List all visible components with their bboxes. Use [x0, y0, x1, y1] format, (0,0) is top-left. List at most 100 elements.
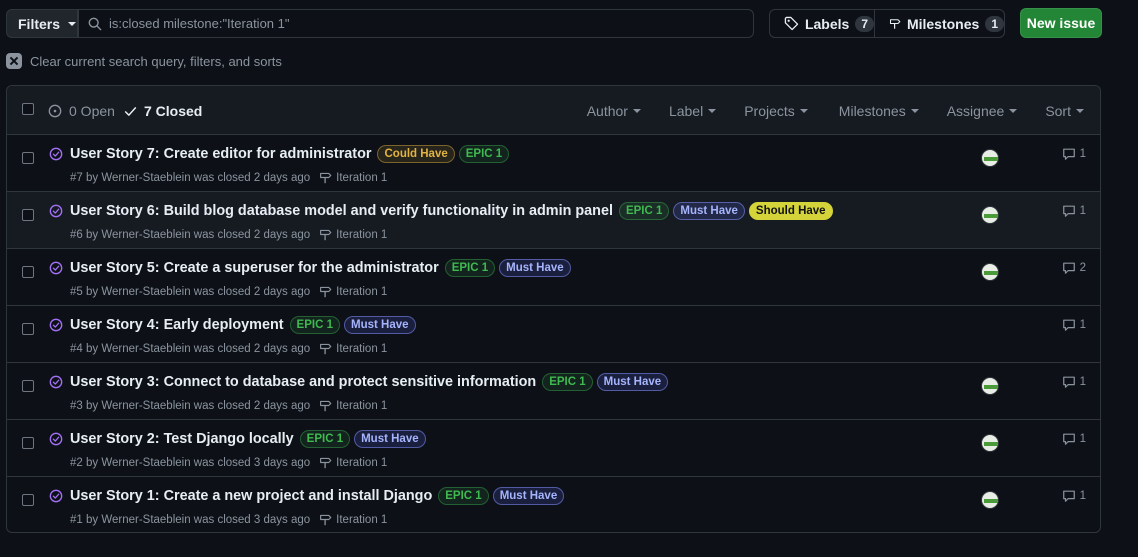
issue-label[interactable]: Must Have: [343, 316, 416, 334]
clear-filters-text: Clear current search query, filters, and…: [30, 53, 282, 69]
issue-checkbox[interactable]: [22, 209, 34, 221]
issue-label[interactable]: Should Have: [748, 202, 833, 220]
issue-checkbox[interactable]: [22, 380, 34, 392]
issue-title-link[interactable]: User Story 5: Create a superuser for the…: [70, 260, 439, 276]
issue-label[interactable]: EPIC 1: [299, 430, 351, 448]
issue-milestone-link[interactable]: Iteration 1: [319, 342, 387, 355]
issue-label[interactable]: Must Have: [354, 430, 426, 448]
issue-comments-link[interactable]: 1: [1062, 489, 1086, 503]
issue-row[interactable]: User Story 7: Create editor for administ…: [7, 135, 1100, 192]
issue-title-link[interactable]: User Story 3: Connect to database and pr…: [70, 374, 536, 390]
issue-label[interactable]: EPIC 1: [444, 259, 496, 277]
check-icon: [124, 106, 137, 116]
close-icon[interactable]: [6, 53, 22, 69]
issue-closed-icon: [49, 261, 63, 275]
chevron-down-icon: [632, 109, 641, 113]
issue-milestone-link[interactable]: Iteration 1: [319, 171, 387, 184]
issue-row[interactable]: User Story 2: Test Django locally EPIC 1…: [7, 420, 1100, 477]
issue-label[interactable]: Could Have: [377, 145, 455, 163]
issue-title-link[interactable]: User Story 2: Test Django locally: [70, 431, 294, 447]
comment-icon: [1062, 433, 1075, 445]
issue-milestone-link[interactable]: Iteration 1: [319, 228, 387, 241]
issue-label[interactable]: EPIC 1: [289, 316, 340, 334]
labels-button[interactable]: Labels 7: [769, 9, 875, 38]
issue-title-link[interactable]: User Story 6: Build blog database model …: [70, 203, 613, 219]
issue-meta: #5 by Werner-Staeblein was closed 2 days…: [70, 285, 387, 298]
issue-milestone-link[interactable]: Iteration 1: [319, 456, 387, 469]
filters-label: Filters: [18, 15, 61, 32]
search-icon: [88, 17, 102, 30]
issue-row[interactable]: User Story 4: Early deployment EPIC 1 Mus…: [7, 306, 1100, 363]
select-all-checkbox[interactable]: [22, 103, 34, 115]
assignee-avatar[interactable]: [981, 263, 999, 281]
header-filter-menu: Author Label Projects Milestones Assigne…: [587, 103, 1084, 119]
issue-checkbox[interactable]: [22, 494, 34, 506]
issue-checkbox[interactable]: [22, 437, 34, 449]
assignee-avatar[interactable]: [981, 149, 999, 167]
assignee-avatar[interactable]: [981, 377, 999, 395]
issue-checkbox[interactable]: [22, 323, 34, 335]
assignee-avatar[interactable]: [981, 491, 999, 509]
issue-label[interactable]: EPIC 1: [458, 145, 510, 163]
issue-milestone-link[interactable]: Iteration 1: [319, 399, 387, 412]
new-issue-button[interactable]: New issue: [1020, 8, 1102, 38]
issue-comments-link[interactable]: 1: [1062, 318, 1086, 332]
issue-comments-link[interactable]: 1: [1062, 204, 1086, 218]
open-issues-tab[interactable]: 0 Open: [48, 103, 115, 119]
issue-closed-icon: [49, 432, 63, 446]
issue-row[interactable]: User Story 5: Create a superuser for the…: [7, 249, 1100, 306]
issue-meta: #1 by Werner-Staeblein was closed 3 days…: [70, 513, 387, 526]
issue-label[interactable]: Must Have: [492, 487, 565, 505]
issue-comments-count: 1: [1079, 433, 1086, 445]
issue-title-line: User Story 6: Build blog database model …: [70, 202, 833, 220]
clear-filters-link[interactable]: Clear current search query, filters, and…: [6, 53, 282, 69]
issue-comments-count: 1: [1079, 319, 1086, 331]
open-count-label: 0 Open: [69, 103, 115, 119]
search-box[interactable]: [78, 9, 754, 38]
issue-label[interactable]: Must Have: [596, 373, 669, 391]
issue-milestone-link[interactable]: Iteration 1: [319, 513, 387, 526]
issue-label[interactable]: Must Have: [673, 202, 745, 220]
label-filter[interactable]: Label: [669, 103, 717, 119]
issue-row[interactable]: User Story 6: Build blog database model …: [7, 192, 1100, 249]
filters-button[interactable]: Filters: [6, 9, 78, 38]
issue-checkbox[interactable]: [22, 152, 34, 164]
milestone-icon: [320, 229, 332, 241]
issue-title-link[interactable]: User Story 7: Create editor for administ…: [70, 146, 371, 162]
issue-meta-text: #2 by Werner-Staeblein was closed 3 days…: [70, 456, 311, 469]
issue-title-link[interactable]: User Story 4: Early deployment: [70, 317, 284, 333]
issue-label[interactable]: Must Have: [499, 259, 571, 277]
milestones-filter[interactable]: Milestones: [839, 103, 919, 119]
closed-issues-tab[interactable]: 7 Closed: [124, 103, 202, 119]
issue-label[interactable]: EPIC 1: [438, 487, 489, 505]
issue-title-link[interactable]: User Story 1: Create a new project and i…: [70, 488, 432, 504]
assignee-avatar[interactable]: [981, 206, 999, 224]
issue-comments-link[interactable]: 2: [1062, 261, 1086, 275]
sort-filter[interactable]: Sort: [1045, 103, 1084, 119]
issue-row[interactable]: User Story 3: Connect to database and pr…: [7, 363, 1100, 420]
chevron-down-icon: [910, 109, 919, 113]
labels-label: Labels: [804, 15, 850, 32]
issue-checkbox[interactable]: [22, 266, 34, 278]
issue-milestone-link[interactable]: Iteration 1: [319, 285, 387, 298]
issue-meta: #4 by Werner-Staeblein was closed 2 days…: [70, 342, 387, 355]
assignee-filter[interactable]: Assignee: [947, 103, 1018, 119]
issue-comments-link[interactable]: 1: [1062, 375, 1086, 389]
milestones-button[interactable]: Milestones 1: [874, 9, 1005, 38]
issues-list-header: 0 Open 7 Closed Author Label Projects Mi…: [7, 86, 1100, 135]
author-filter[interactable]: Author: [587, 103, 641, 119]
issue-meta: #6 by Werner-Staeblein was closed 2 days…: [70, 228, 387, 241]
projects-filter[interactable]: Projects: [744, 103, 808, 119]
search-input[interactable]: [109, 16, 709, 31]
issue-milestone-label: Iteration 1: [336, 399, 388, 412]
issue-row[interactable]: User Story 1: Create a new project and i…: [7, 477, 1100, 532]
issue-open-icon: [48, 104, 62, 118]
issue-label[interactable]: EPIC 1: [618, 202, 670, 220]
issue-label[interactable]: EPIC 1: [542, 373, 593, 391]
assignee-avatar[interactable]: [981, 434, 999, 452]
comment-icon: [1062, 376, 1075, 388]
comment-icon: [1062, 490, 1075, 502]
issue-comments-link[interactable]: 1: [1062, 432, 1086, 446]
issue-comments-link[interactable]: 1: [1062, 147, 1086, 161]
issue-meta-text: #6 by Werner-Staeblein was closed 2 days…: [70, 228, 311, 241]
